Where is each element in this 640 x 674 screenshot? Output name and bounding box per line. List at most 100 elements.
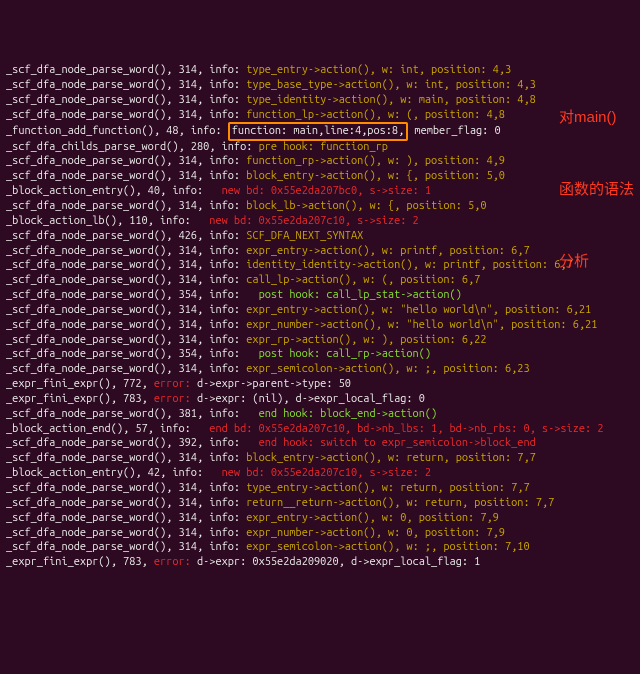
log-line: _scf_dfa_node_parse_word(), 426, info: S… (6, 229, 634, 244)
log-line: _scf_dfa_node_parse_word(), 314, info: b… (6, 451, 634, 466)
log-line: _scf_dfa_node_parse_word(), 314, info: b… (6, 169, 634, 184)
log-line: _scf_dfa_node_parse_word(), 392, info: e… (6, 436, 634, 451)
log-segment: SCF_DFA_NEXT_SYNTAX (246, 230, 363, 242)
log-segment: _scf_dfa_node_parse_word(), 314, info: (6, 170, 246, 182)
log-line: _scf_dfa_node_parse_word(), 314, info: e… (6, 333, 634, 348)
log-line: _block_action_end(), 57, info: end bd: 0… (6, 422, 634, 437)
log-segment: type_entry->action(), w: int, position: … (246, 64, 511, 76)
log-segment: _scf_dfa_node_parse_word(), 314, info: (6, 334, 246, 346)
log-segment: d->expr: (nil), d->expr_local_flag: 0 (191, 393, 425, 405)
log-segment: _scf_dfa_node_parse_word(), 392, info: (6, 437, 259, 449)
log-segment: _scf_dfa_node_parse_word(), 314, info: (6, 274, 246, 286)
log-line: _block_action_lb(), 110, info: new bd: 0… (6, 214, 634, 229)
log-segment: _expr_fini_expr(), 783, (6, 556, 154, 568)
log-segment: _scf_dfa_node_parse_word(), 426, info: (6, 230, 246, 242)
log-segment: new bd: 0x55e2da207bc0, s->size: 1 (222, 185, 431, 197)
log-segment: _scf_dfa_node_parse_word(), 354, info: (6, 348, 259, 360)
log-segment: _scf_dfa_node_parse_word(), 314, info: (6, 64, 246, 76)
log-line: _expr_fini_expr(), 783, error: d->expr: … (6, 392, 634, 407)
log-segment: identity_identity->action(), w: printf, … (246, 259, 572, 271)
log-segment: expr_semicolon->action(), w: ;, position… (246, 363, 529, 375)
log-segment: function_lp->action(), w: (, position: 4… (246, 109, 505, 121)
log-segment: expr_number->action(), w: "hello world\n… (246, 319, 597, 331)
log-segment: _block_action_entry(), 40, info: (6, 185, 222, 197)
log-line: _scf_dfa_node_parse_word(), 314, info: t… (6, 93, 634, 108)
log-segment: return__return->action(), w: return, pos… (246, 497, 554, 509)
log-segment: _scf_dfa_node_parse_word(), 381, info: (6, 408, 259, 420)
log-segment: block_entry->action(), w: return, positi… (246, 452, 536, 464)
log-segment: _scf_dfa_node_parse_word(), 314, info: (6, 304, 246, 316)
log-segment: _scf_dfa_node_parse_word(), 354, info: (6, 289, 259, 301)
log-segment: _block_action_lb(), 110, info: (6, 215, 209, 227)
log-line: _expr_fini_expr(), 783, error: d->expr: … (6, 555, 634, 570)
log-segment: _scf_dfa_node_parse_word(), 314, info: (6, 200, 246, 212)
log-segment: new bd: 0x55e2da207c10, s->size: 2 (222, 467, 431, 479)
log-segment: function_rp->action(), w: ), position: 4… (246, 155, 505, 167)
log-segment: expr_entry->action(), w: 0, position: 7,… (246, 512, 499, 524)
log-segment: type_base_type->action(), w: int, positi… (246, 79, 536, 91)
log-segment: _scf_dfa_node_parse_word(), 314, info: (6, 452, 246, 464)
log-line: _scf_dfa_node_parse_word(), 314, info: t… (6, 63, 634, 78)
log-segment: _block_action_entry(), 42, info: (6, 467, 222, 479)
log-line: _scf_dfa_node_parse_word(), 314, info: e… (6, 318, 634, 333)
log-line: _scf_dfa_node_parse_word(), 314, info: e… (6, 244, 634, 259)
log-segment: _expr_fini_expr(), 772, (6, 378, 154, 390)
log-segment: _scf_dfa_node_parse_word(), 314, info: (6, 259, 246, 271)
log-segment: pre hook: function_rp (259, 141, 388, 153)
log-segment: _scf_dfa_node_parse_word(), 314, info: (6, 497, 246, 509)
log-segment: _scf_dfa_node_parse_word(), 314, info: (6, 363, 246, 375)
log-segment: _scf_dfa_node_parse_word(), 314, info: (6, 512, 246, 524)
annotation-line-1: 对main() (559, 106, 634, 130)
log-segment: error: (154, 556, 191, 568)
log-segment: expr_entry->action(), w: printf, positio… (246, 245, 529, 257)
log-segment: _scf_dfa_node_parse_word(), 314, info: (6, 482, 246, 494)
log-segment: _scf_dfa_node_parse_word(), 314, info: (6, 245, 246, 257)
log-line: _function_add_function(), 48, info: func… (6, 123, 634, 140)
log-segment: _scf_dfa_node_parse_word(), 314, info: (6, 79, 246, 91)
log-segment: _expr_fini_expr(), 783, (6, 393, 154, 405)
log-segment: _scf_dfa_node_parse_word(), 314, info: (6, 155, 246, 167)
log-line: _scf_dfa_node_parse_word(), 314, info: e… (6, 540, 634, 555)
log-line: _scf_dfa_node_parse_word(), 314, info: e… (6, 362, 634, 377)
log-segment: expr_rp->action(), w: ), position: 6,22 (246, 334, 486, 346)
log-line: _scf_dfa_node_parse_word(), 314, info: b… (6, 199, 634, 214)
log-line: _scf_dfa_node_parse_word(), 314, info: t… (6, 481, 634, 496)
log-segment: end hook: block_end->action() (259, 408, 438, 420)
log-line: _scf_dfa_node_parse_word(), 314, info: r… (6, 496, 634, 511)
log-segment: error: (154, 378, 191, 390)
log-line: _scf_dfa_node_parse_word(), 354, info: p… (6, 288, 634, 303)
log-line: _block_action_entry(), 42, info: new bd:… (6, 466, 634, 481)
log-segment: expr_semicolon->action(), w: ;, position… (246, 541, 529, 553)
log-line: _scf_dfa_node_parse_word(), 381, info: e… (6, 407, 634, 422)
log-segment: call_lp->action(), w: (, position: 6,7 (246, 274, 480, 286)
log-line: _scf_dfa_node_parse_word(), 314, info: f… (6, 108, 634, 123)
log-line: _scf_dfa_node_parse_word(), 314, info: t… (6, 78, 634, 93)
log-segment: post hook: call_rp->action() (259, 348, 431, 360)
log-segment: member_flag: 0 (408, 125, 500, 137)
log-segment: _function_add_function(), 48, info: (6, 125, 228, 137)
log-line: _block_action_entry(), 40, info: new bd:… (6, 184, 634, 199)
log-line: _scf_dfa_node_parse_word(), 314, info: e… (6, 303, 634, 318)
log-segment: end hook: switch to expr_semicolon->bloc… (259, 437, 536, 449)
log-segment: _scf_dfa_node_parse_word(), 314, info: (6, 94, 246, 106)
log-line: _scf_dfa_node_parse_word(), 314, info: e… (6, 511, 634, 526)
log-line: _scf_dfa_node_parse_word(), 314, info: c… (6, 273, 634, 288)
log-segment: _block_action_end(), 57, info: (6, 423, 209, 435)
log-segment: new bd: 0x55e2da207c10, s->size: 2 (209, 215, 418, 227)
log-segment: _scf_dfa_node_parse_word(), 314, info: (6, 527, 246, 539)
log-line: _scf_dfa_node_parse_word(), 314, info: i… (6, 258, 634, 273)
log-segment: type_identity->action(), w: main, positi… (246, 94, 536, 106)
annotation-line-2: 函数的语法 (559, 178, 634, 202)
log-line: _scf_dfa_node_parse_word(), 314, info: f… (6, 154, 634, 169)
highlighted-box: function: main,line:4,pos:8, (228, 122, 408, 141)
log-segment: _scf_dfa_node_parse_word(), 314, info: (6, 541, 246, 553)
annotation-overlay: 对main() 函数的语法 分析 (559, 58, 634, 298)
log-line: _expr_fini_expr(), 772, error: d->expr->… (6, 377, 634, 392)
log-segment: _scf_dfa_childs_parse_word(), 280, info: (6, 141, 259, 153)
log-segment: block_lb->action(), w: {, position: 5,0 (246, 200, 486, 212)
log-segment: expr_entry->action(), w: "hello world\n"… (246, 304, 591, 316)
log-line: _scf_dfa_childs_parse_word(), 280, info:… (6, 140, 634, 155)
log-segment: post hook: call_lp_stat->action() (259, 289, 462, 301)
log-line: _scf_dfa_node_parse_word(), 314, info: e… (6, 526, 634, 541)
log-segment: end bd: 0x55e2da207c10, bd->nb_lbs: 1, b… (209, 423, 603, 435)
